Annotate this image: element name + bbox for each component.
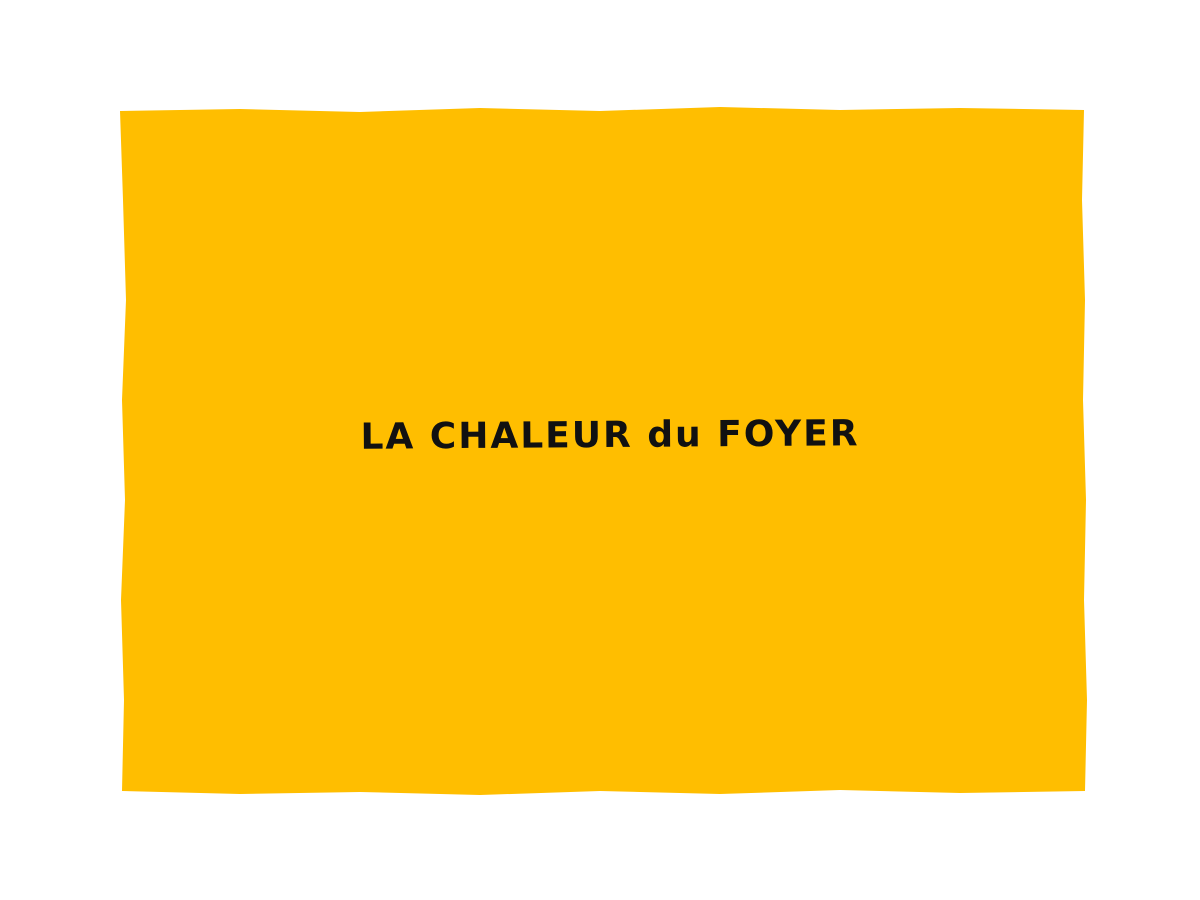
page: LA CHALEUR du FOYER [0,0,1200,900]
title-text: LA CHALEUR du FOYER [360,413,860,458]
